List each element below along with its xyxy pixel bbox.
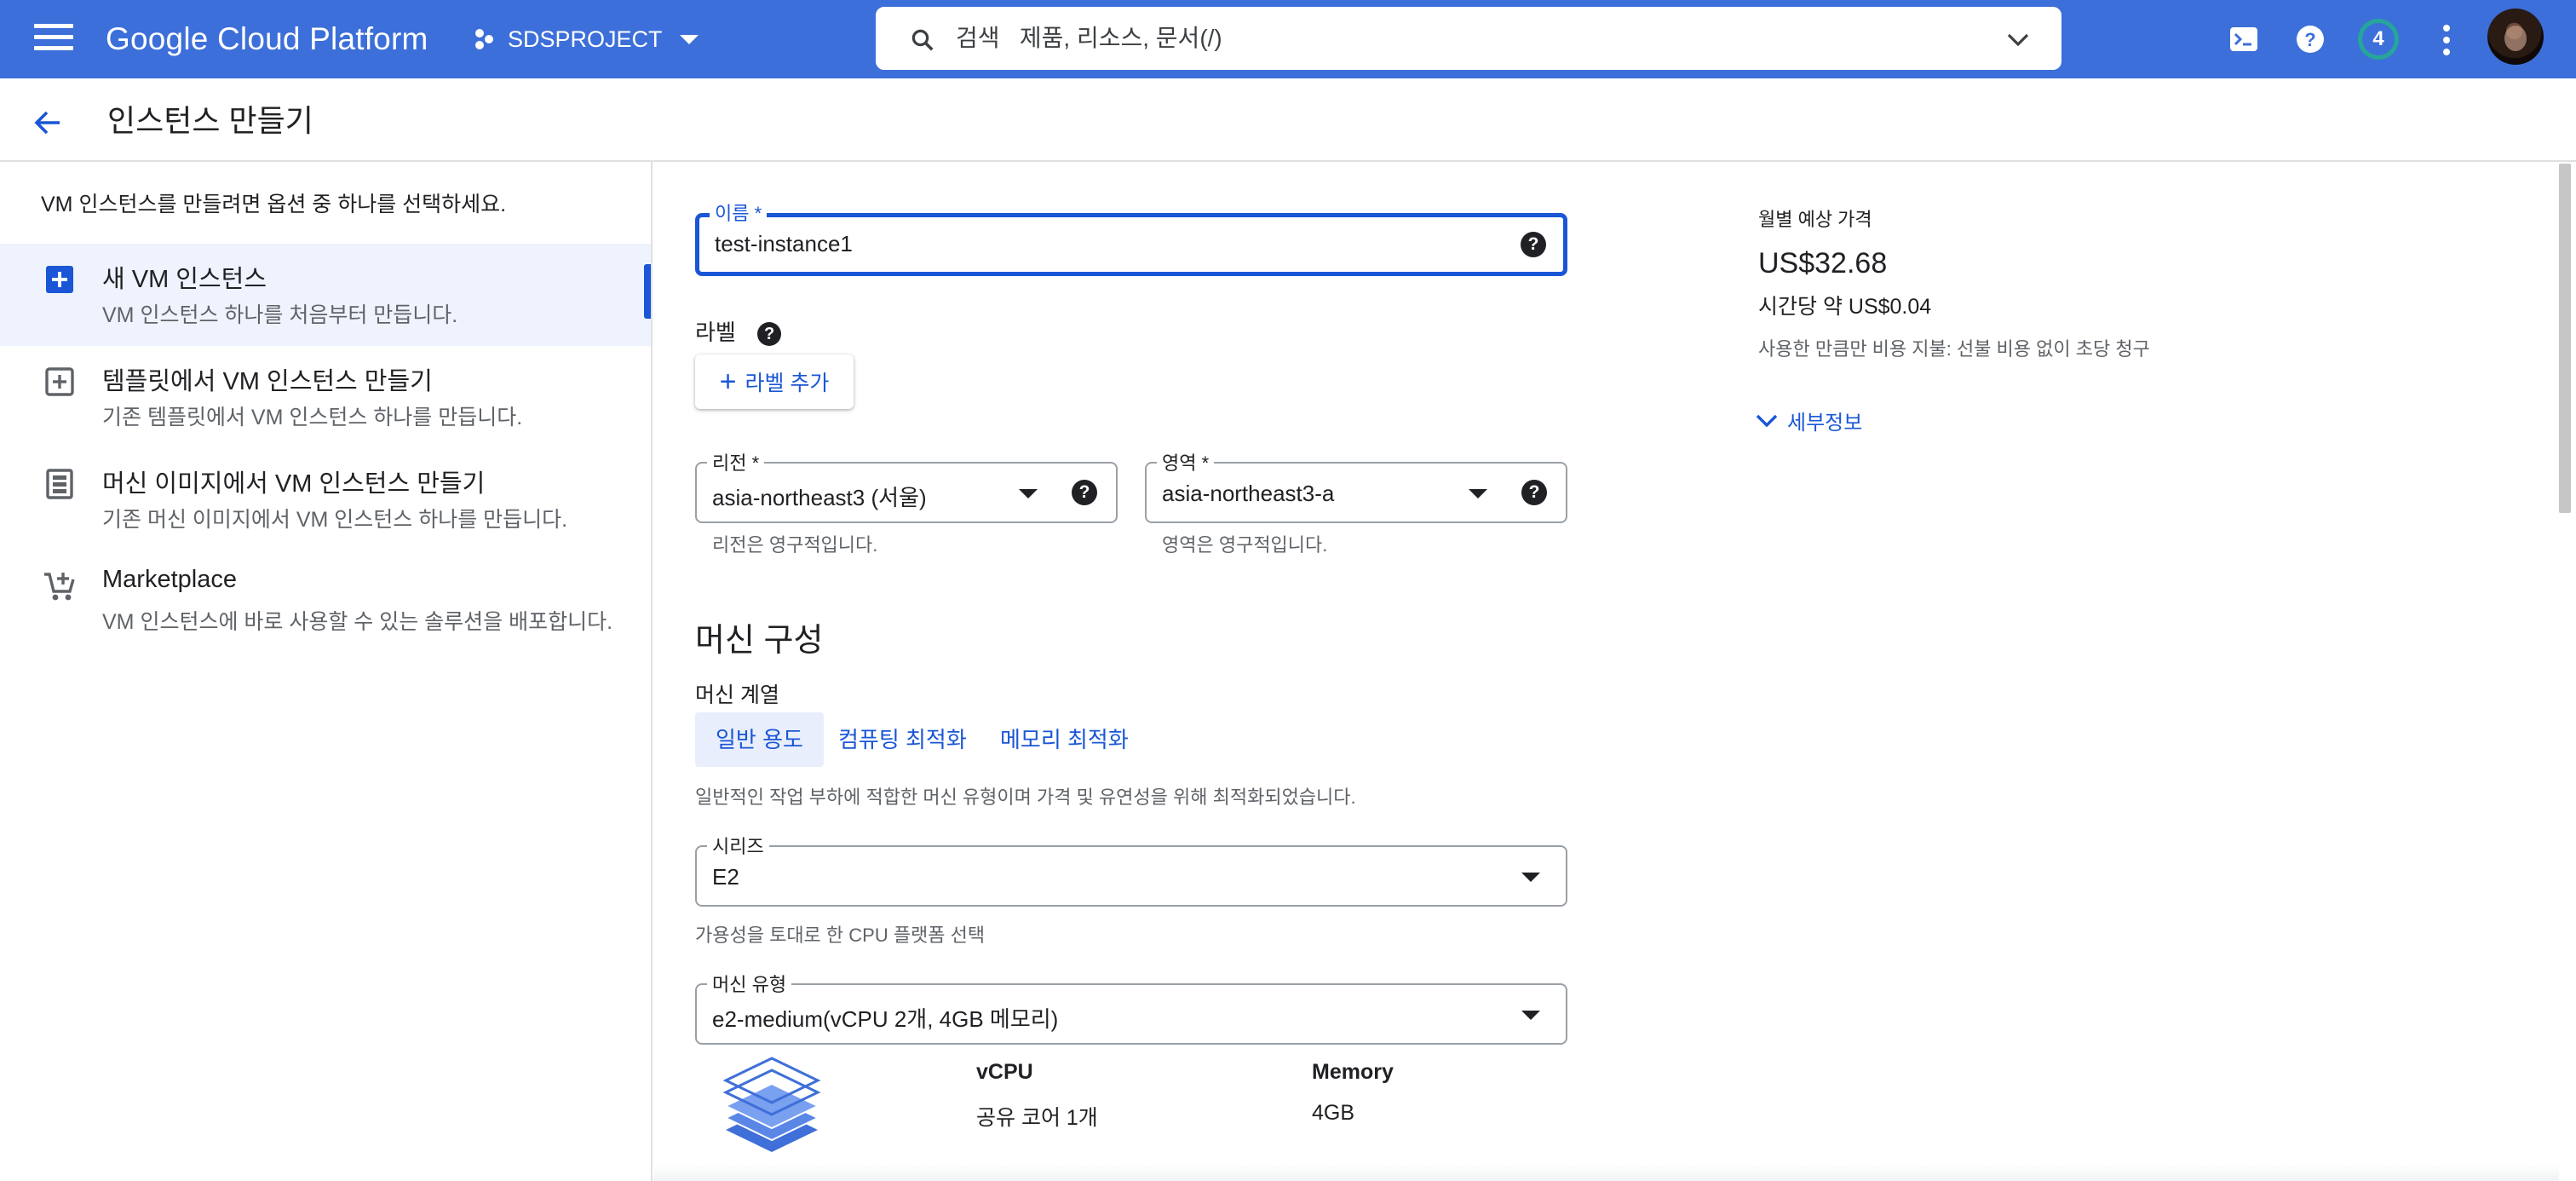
search-label: 검색 [956, 25, 1000, 51]
zone-value: asia-northeast3-a [1162, 481, 1335, 506]
chevron-down-icon [1756, 414, 1778, 427]
more-vert-icon[interactable] [2436, 22, 2457, 56]
labels-title: 라벨 [695, 320, 736, 345]
option-desc: VM 인스턴스 하나를 처음부터 만듭니다. [102, 303, 458, 327]
hourly-price: 시간당 약 US$0.04 [1758, 295, 1932, 319]
chevron-down-icon [679, 34, 699, 44]
vcpu-header: vCPU [976, 1060, 1033, 1084]
tab-memory-optimized[interactable]: 메모리 최적화 [980, 712, 1149, 767]
search-icon [911, 29, 934, 51]
help-icon[interactable]: ? [1521, 480, 1547, 505]
option-title: 머신 이미지에서 VM 인스턴스 만들기 [102, 470, 486, 498]
option-from-machine-image[interactable]: 머신 이미지에서 VM 인스턴스 만들기 기존 머신 이미지에서 VM 인스턴스… [0, 448, 651, 550]
option-desc: VM 인스턴스에 바로 사용할 수 있는 솔루션을 배포합니다. [102, 610, 613, 634]
machine-family-desc: 일반적인 작업 부하에 적합한 머신 유형이며 가격 및 유연성을 위해 최적화… [695, 786, 1356, 808]
dropdown-arrow-icon[interactable] [1019, 489, 1038, 498]
labels-section: 라벨 ? [695, 315, 782, 347]
creation-options-panel: VM 인스턴스를 만들려면 옵션 중 하나를 선택하세요. 새 VM 인스턴스 … [0, 162, 653, 1181]
series-value: E2 [712, 864, 739, 890]
help-icon[interactable]: ? [757, 322, 782, 347]
option-marketplace[interactable]: Marketplace VM 인스턴스에 바로 사용할 수 있는 솔루션을 배포… [0, 550, 651, 653]
help-icon[interactable]: ? [1521, 232, 1546, 257]
field-label: 리전 * [707, 448, 765, 475]
page-header: 인스턴스 만들기 [0, 78, 2576, 162]
machine-layers-icon [722, 1057, 821, 1152]
monthly-estimate-label: 월별 예상 가격 [1758, 209, 1872, 230]
series-hint: 가용성을 토대로 한 CPU 플랫폼 선택 [695, 925, 986, 946]
field-label: 머신 유형 [707, 970, 792, 997]
cart-add-icon [44, 573, 75, 601]
field-label: 영역 * [1157, 448, 1215, 475]
menu-icon[interactable] [34, 24, 73, 55]
billing-note: 사용한 만큼만 비용 지불: 선불 비용 없이 초당 청구 [1758, 338, 2150, 360]
arrow-back-icon [34, 111, 60, 135]
plus-icon: + [719, 366, 737, 398]
option-title: 새 VM 인스턴스 [102, 266, 267, 293]
zone-select[interactable]: 영역 * asia-northeast3-a ? [1145, 448, 1567, 523]
dropdown-arrow-icon[interactable] [1469, 489, 1487, 498]
region-value: asia-northeast3 (서울) [712, 485, 927, 510]
project-selector[interactable]: SDSPROJECT [472, 19, 699, 60]
memory-header: Memory [1312, 1060, 1394, 1084]
memory-value: 4GB [1312, 1101, 1355, 1125]
instance-name-input[interactable]: test-instance1 [715, 231, 853, 257]
series-select[interactable]: 시리즈 E2 [695, 832, 1567, 907]
dropdown-arrow-icon[interactable] [1521, 873, 1540, 882]
details-label: 세부정보 [1787, 412, 1863, 435]
add-box-outline-icon [45, 367, 74, 396]
add-label-text: 라벨 추가 [745, 372, 830, 395]
scrollbar[interactable] [2559, 164, 2571, 513]
notifications-badge[interactable]: 4 [2358, 19, 2399, 60]
search-placeholder: 검색 제품, 리소스, 문서(/) [956, 9, 1222, 68]
option-new-vm-instance[interactable]: 새 VM 인스턴스 VM 인스턴스 하나를 처음부터 만듭니다. [0, 244, 651, 346]
add-box-icon [46, 266, 73, 293]
machine-type-select[interactable]: 머신 유형 e2-medium(vCPU 2개, 4GB 메모리) [695, 970, 1567, 1045]
back-button[interactable] [27, 102, 68, 143]
option-from-template[interactable]: 템플릿에서 VM 인스턴스 만들기 기존 템플릿에서 VM 인스턴스 하나를 만… [0, 346, 651, 448]
machine-type-value: e2-medium(vCPU 2개, 4GB 메모리) [712, 1006, 1059, 1032]
search-chevron-down-icon[interactable] [2005, 29, 2031, 49]
monthly-price: US$32.68 [1758, 247, 1888, 279]
bottom-shadow [654, 1164, 2559, 1181]
vcpu-value: 공유 코어 1개 [976, 1106, 1098, 1130]
help-icon[interactable]: ? [2291, 20, 2329, 58]
svg-text:?: ? [2304, 29, 2315, 50]
machine-image-icon [46, 469, 73, 499]
cloud-shell-icon[interactable] [2225, 20, 2263, 58]
page-title: 인스턴스 만들기 [107, 103, 313, 138]
option-desc: 기존 템플릿에서 VM 인스턴스 하나를 만듭니다. [102, 406, 523, 429]
instance-name-field[interactable]: 이름 * test-instance1 ? [695, 199, 1567, 276]
field-label: 시리즈 [707, 832, 769, 859]
options-intro: VM 인스턴스를 만들려면 옵션 중 하나를 선택하세요. [41, 193, 507, 216]
tab-general-purpose[interactable]: 일반 용도 [695, 712, 824, 767]
region-hint: 리전은 영구적입니다. [712, 534, 878, 556]
search-hint: 제품, 리소스, 문서(/) [1019, 25, 1222, 51]
help-icon[interactable]: ? [1072, 480, 1097, 505]
field-label: 이름 * [710, 199, 768, 226]
project-dots-icon [475, 29, 493, 49]
notification-count: 4 [2362, 23, 2395, 55]
top-app-bar: Google Cloud Platform SDSPROJECT 검색 제품, … [0, 0, 2576, 78]
dropdown-arrow-icon[interactable] [1521, 1011, 1540, 1020]
machine-family-label: 머신 계열 [695, 683, 779, 707]
add-label-button[interactable]: + 라벨 추가 [695, 354, 854, 409]
brand-title[interactable]: Google Cloud Platform [106, 17, 428, 61]
zone-hint: 영역은 영구적입니다. [1162, 534, 1328, 556]
option-title: 템플릿에서 VM 인스턴스 만들기 [102, 368, 433, 395]
region-select[interactable]: 리전 * asia-northeast3 (서울) ? [695, 448, 1118, 523]
machine-config-title: 머신 구성 [695, 623, 824, 659]
details-toggle[interactable]: 세부정보 [1755, 406, 1862, 435]
search-input[interactable]: 검색 제품, 리소스, 문서(/) [876, 7, 2061, 70]
tab-compute-optimized[interactable]: 컴퓨팅 최적화 [818, 712, 987, 767]
option-title: Marketplace [102, 566, 237, 593]
avatar[interactable] [2487, 9, 2544, 65]
project-name: SDSPROJECT [508, 26, 663, 52]
option-desc: 기존 머신 이미지에서 VM 인스턴스 하나를 만듭니다. [102, 508, 568, 532]
